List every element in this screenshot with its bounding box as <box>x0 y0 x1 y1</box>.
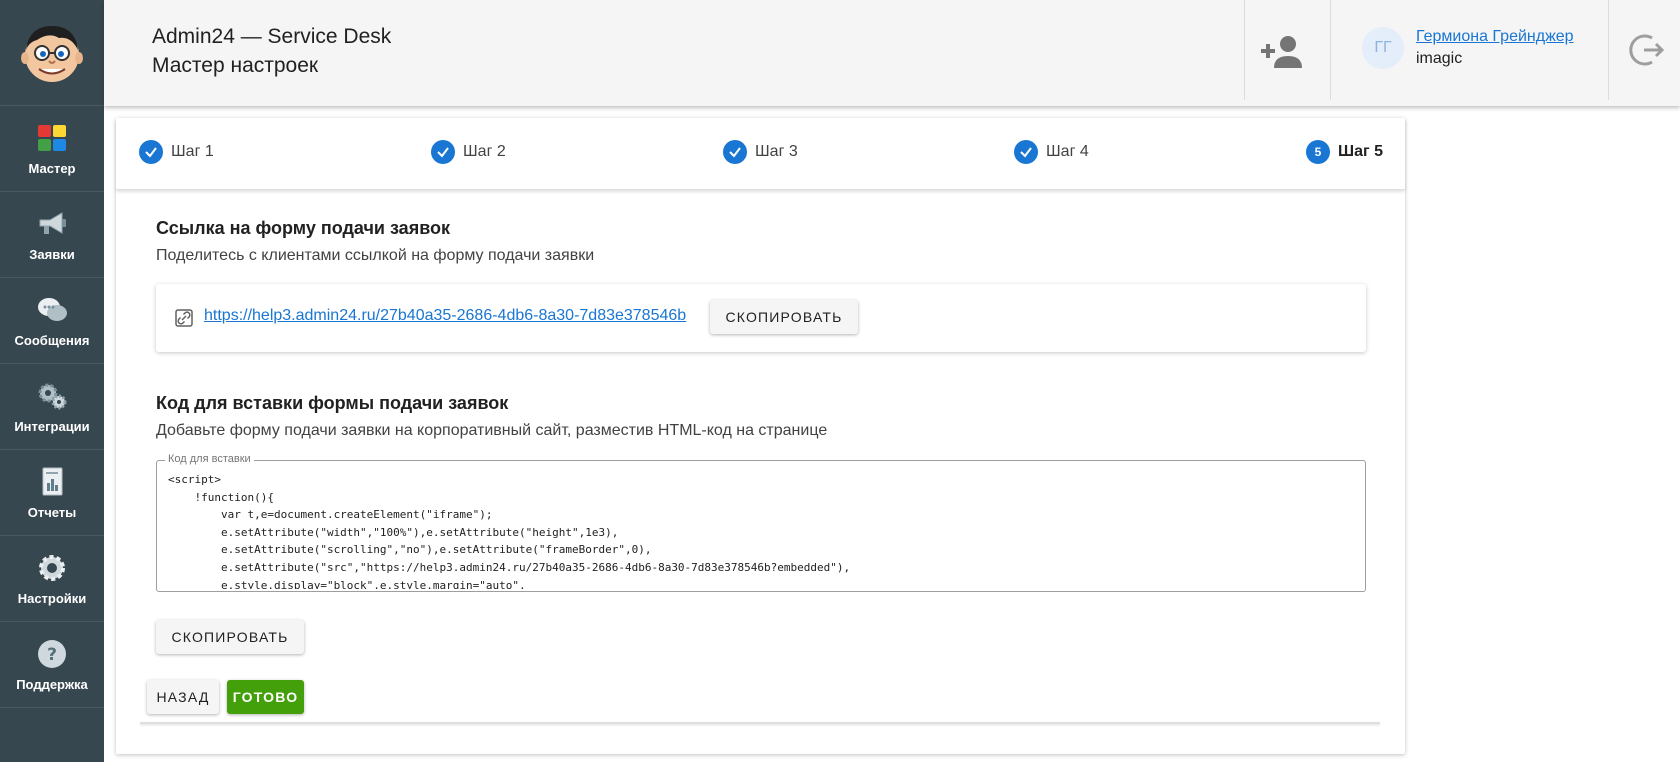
card-footer-divider <box>140 722 1380 724</box>
step-label: Шаг 5 <box>1338 143 1383 160</box>
sidebar: Мастер Заявки Сообщения Интеграции Отчет… <box>0 0 104 762</box>
step-label: Шаг 3 <box>755 143 798 160</box>
avatar-face-logo-icon <box>21 25 83 82</box>
sidebar-item-label: Отчеты <box>27 505 77 520</box>
add-user-button[interactable] <box>1256 26 1308 78</box>
check-icon <box>139 140 163 164</box>
sidebar-item-reports[interactable]: Отчеты <box>0 450 104 536</box>
embed-code-field[interactable]: Код для вставки <script> !function(){ va… <box>156 453 1366 592</box>
add-user-icon <box>1261 36 1302 68</box>
code-section-title: Код для вставки формы подачи заявок <box>156 393 509 413</box>
sidebar-item-label: Интеграции <box>14 419 90 434</box>
form-url-link[interactable]: https://help3.admin24.ru/27b40a35-2686-4… <box>204 307 686 325</box>
back-button[interactable]: Назад <box>147 680 219 714</box>
stepper: Шаг 1 Шаг 2 Шаг 3 Шаг 4 5 Шаг 5 <box>116 118 1405 190</box>
gear-icon <box>35 551 69 585</box>
link-section-description: Поделитесь с клиентами ссылкой на форму … <box>156 247 595 264</box>
check-icon <box>1014 140 1038 164</box>
copy-code-button[interactable]: Скопировать <box>156 620 304 654</box>
blocks-icon <box>35 121 69 155</box>
sidebar-item-master[interactable]: Мастер <box>0 106 104 192</box>
check-icon <box>431 140 455 164</box>
sidebar-item-integrations[interactable]: Интеграции <box>0 364 104 450</box>
megaphone-icon <box>35 207 69 241</box>
logout-button[interactable] <box>1624 26 1672 74</box>
sidebar-item-settings[interactable]: Настройки <box>0 536 104 622</box>
svg-text:?: ? <box>47 645 57 665</box>
done-button[interactable]: Готово <box>227 680 304 714</box>
code-section-description: Добавьте форму подачи заявки на корпорат… <box>156 422 828 439</box>
sidebar-item-label: Настройки <box>17 591 87 606</box>
sidebar-item-messages[interactable]: Сообщения <box>0 278 104 364</box>
step-label: Шаг 1 <box>171 143 214 160</box>
gears-icon <box>35 379 69 413</box>
avatar[interactable]: ГГ <box>1362 27 1404 69</box>
embed-code-textarea[interactable]: <script> !function(){ var t,e=document.c… <box>168 471 1358 589</box>
app-title: Admin24 — Service Desk <box>152 25 392 48</box>
step-3[interactable]: Шаг 3 <box>723 140 798 164</box>
step-1[interactable]: Шаг 1 <box>139 140 214 164</box>
step-2[interactable]: Шаг 2 <box>431 140 506 164</box>
chat-icon <box>35 293 69 327</box>
sidebar-item-support[interactable]: ? Поддержка <box>0 622 104 708</box>
user-name-link[interactable]: Гермиона Грейнджер <box>1416 26 1574 48</box>
link-box: https://help3.admin24.ru/27b40a35-2686-4… <box>156 284 1366 352</box>
report-icon <box>35 465 69 499</box>
step-label: Шаг 2 <box>463 143 506 160</box>
header-divider <box>1330 0 1331 100</box>
copy-link-button[interactable]: Скопировать <box>710 300 858 334</box>
header-titles: Admin24 — Service Desk Мастер настроек <box>152 22 391 80</box>
link-section-title: Ссылка на форму подачи заявок <box>156 218 451 238</box>
sidebar-item-requests[interactable]: Заявки <box>0 192 104 278</box>
wizard-card: Шаг 1 Шаг 2 Шаг 3 Шаг 4 5 Шаг 5 Ссылка н… <box>116 118 1405 754</box>
app-logo[interactable] <box>0 0 104 106</box>
user-org: imagic <box>1416 50 1463 67</box>
step-4[interactable]: Шаг 4 <box>1014 140 1089 164</box>
sidebar-item-label: Поддержка <box>16 677 88 692</box>
step-number: 5 <box>1306 140 1330 164</box>
sidebar-item-label: Заявки <box>29 247 75 262</box>
sidebar-item-label: Сообщения <box>14 333 90 348</box>
logout-icon <box>1629 34 1665 66</box>
top-header: Admin24 — Service Desk Мастер настроек Г… <box>104 0 1680 106</box>
check-icon <box>723 140 747 164</box>
step-label: Шаг 4 <box>1046 143 1089 160</box>
embed-code-label: Код для вставки <box>165 453 254 465</box>
question-icon: ? <box>35 637 69 671</box>
user-block: ГГ Гермиона Грейнджер imagic <box>1362 26 1574 70</box>
header-divider <box>1244 0 1245 100</box>
sidebar-item-label: Мастер <box>28 161 76 176</box>
header-divider <box>1608 0 1609 100</box>
link-icon <box>175 309 193 327</box>
step-5[interactable]: 5 Шаг 5 <box>1306 140 1383 164</box>
page-title: Мастер настроек <box>152 54 319 77</box>
